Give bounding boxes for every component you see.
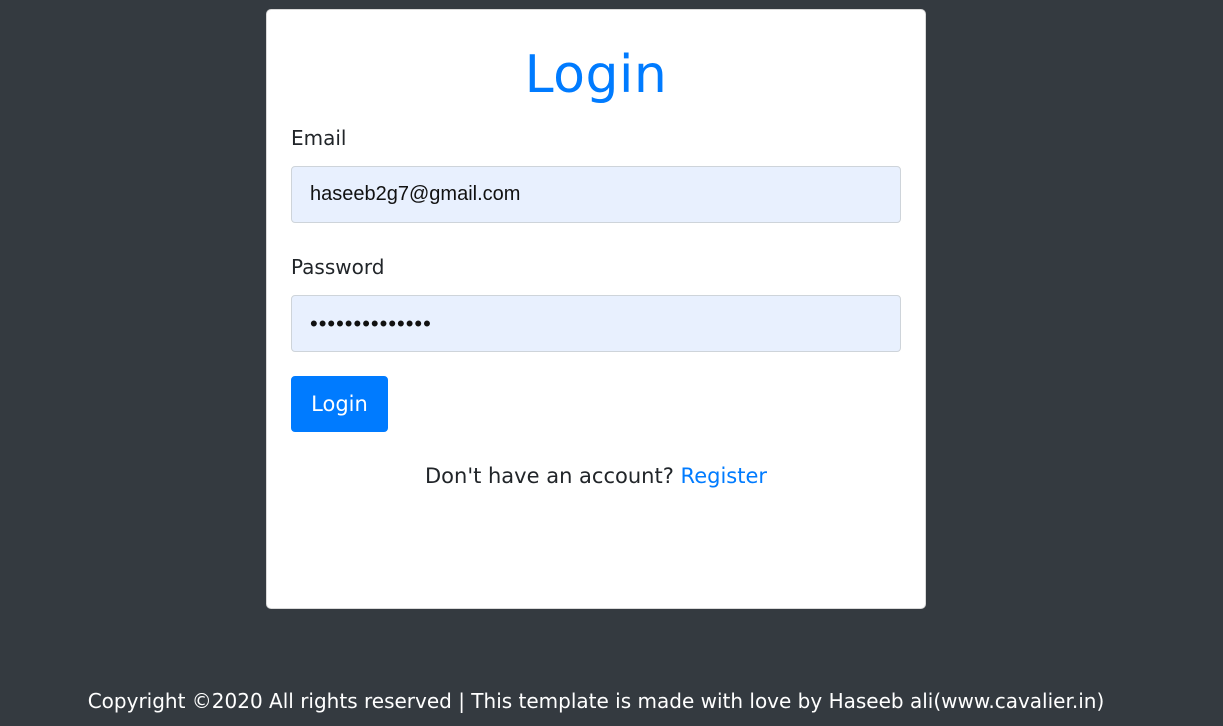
register-link[interactable]: Register	[681, 464, 767, 488]
password-label: Password	[291, 255, 385, 279]
login-button[interactable]: Login	[291, 376, 388, 432]
email-label: Email	[291, 126, 347, 150]
page-title: Login	[524, 45, 668, 105]
password-field[interactable]	[291, 295, 901, 352]
footer-copyright: Copyright ©2020 All rights reserved | Th…	[87, 689, 1105, 713]
register-prompt: Don't have an account?	[424, 464, 681, 488]
register-line: Don't have an account? Register	[267, 461, 925, 491]
email-field[interactable]	[291, 166, 901, 223]
login-card: Login Email Password Login Don't have an…	[266, 9, 926, 609]
